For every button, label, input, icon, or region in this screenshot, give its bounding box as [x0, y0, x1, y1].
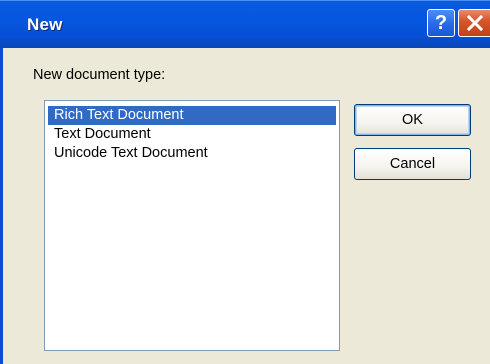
list-item-text-document[interactable]: Text Document: [48, 125, 151, 144]
ok-button-label: OK: [402, 112, 423, 128]
cancel-button-label: Cancel: [389, 156, 436, 172]
title-bar[interactable]: New ?: [0, 0, 490, 48]
list-item-unicode-text-document[interactable]: Unicode Text Document: [48, 144, 208, 163]
new-dialog-window: New ? New document type: Rich Text Docum…: [0, 0, 490, 364]
close-icon: [466, 15, 483, 31]
cancel-button[interactable]: Cancel: [354, 148, 471, 180]
help-icon: ?: [434, 11, 448, 34]
ok-button[interactable]: OK: [354, 104, 471, 136]
list-item-rich-text-document[interactable]: Rich Text Document: [48, 106, 336, 125]
close-button[interactable]: [458, 9, 490, 37]
help-button[interactable]: ?: [427, 9, 455, 37]
window-title: New: [27, 15, 63, 34]
document-type-label: New document type:: [33, 67, 166, 83]
document-type-listbox[interactable]: Rich Text Document Text Document Unicode…: [44, 100, 340, 351]
